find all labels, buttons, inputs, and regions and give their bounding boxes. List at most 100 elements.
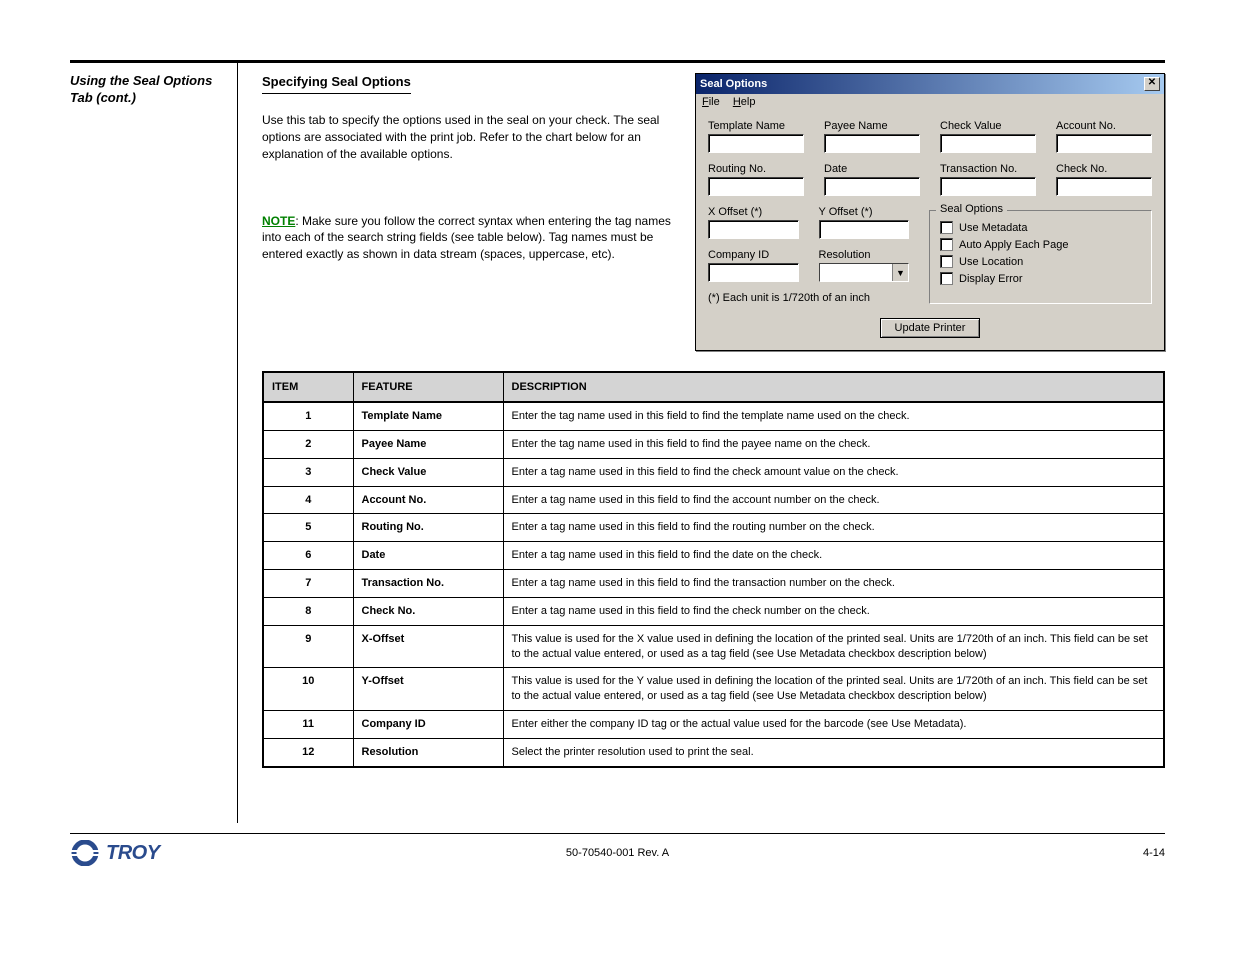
account-no-input[interactable] <box>1056 134 1152 153</box>
cell-item: 9 <box>263 625 353 668</box>
cell-item: 4 <box>263 486 353 514</box>
display-error-label: Display Error <box>959 273 1023 285</box>
troy-logo: TROY <box>70 840 160 866</box>
group-legend: Seal Options <box>936 203 1007 215</box>
table-row: 9X-OffsetThis value is used for the X va… <box>263 625 1164 668</box>
cell-description: Enter the tag name used in this field to… <box>503 430 1164 458</box>
chevron-down-icon[interactable]: ▼ <box>892 264 908 281</box>
label-resolution: Resolution <box>819 249 910 261</box>
cell-feature: Date <box>353 542 503 570</box>
table-row: 7Transaction No.Enter a tag name used in… <box>263 570 1164 598</box>
label-template-name: Template Name <box>708 120 804 132</box>
cell-item: 12 <box>263 738 353 766</box>
cell-item: 2 <box>263 430 353 458</box>
cell-feature: Check No. <box>353 597 503 625</box>
table-row: 5Routing No.Enter a tag name used in thi… <box>263 514 1164 542</box>
cell-feature: Payee Name <box>353 430 503 458</box>
date-input[interactable] <box>824 177 920 196</box>
cell-description: This value is used for the Y value used … <box>503 668 1164 711</box>
seal-options-group: Seal Options Use Metadata Auto Apply Eac… <box>929 210 1152 304</box>
cell-description: Enter a tag name used in this field to f… <box>503 542 1164 570</box>
table-row: 6DateEnter a tag name used in this field… <box>263 542 1164 570</box>
cell-feature: Transaction No. <box>353 570 503 598</box>
cell-feature: Routing No. <box>353 514 503 542</box>
footer-rev: 50-70540-001 Rev. A <box>566 847 669 859</box>
resolution-value[interactable] <box>820 264 893 281</box>
section-heading: Specifying Seal Options <box>262 73 411 94</box>
cell-description: Enter a tag name used in this field to f… <box>503 458 1164 486</box>
cell-description: Select the printer resolution used to pr… <box>503 738 1164 766</box>
note-label: NOTE <box>262 214 295 228</box>
y-offset-input[interactable] <box>819 220 910 239</box>
label-account-no: Account No. <box>1056 120 1152 132</box>
use-metadata-checkbox[interactable] <box>940 221 953 234</box>
routing-no-input[interactable] <box>708 177 804 196</box>
cell-item: 5 <box>263 514 353 542</box>
menu-help[interactable]: Help <box>733 96 756 108</box>
section-body-2: NOTE: Make sure you follow the correct s… <box>262 213 675 263</box>
sidebar-heading: Using the Seal Options Tab (cont.) <box>70 73 237 107</box>
table-row: 8Check No.Enter a tag name used in this … <box>263 597 1164 625</box>
label-check-no: Check No. <box>1056 163 1152 175</box>
cell-item: 10 <box>263 668 353 711</box>
col-description: DESCRIPTION <box>503 372 1164 402</box>
cell-feature: Y-Offset <box>353 668 503 711</box>
payee-name-input[interactable] <box>824 134 920 153</box>
use-metadata-label: Use Metadata <box>959 222 1027 234</box>
cell-description: Enter either the company ID tag or the a… <box>503 711 1164 739</box>
label-check-value: Check Value <box>940 120 1036 132</box>
cell-item: 7 <box>263 570 353 598</box>
cell-description: This value is used for the X value used … <box>503 625 1164 668</box>
table-row: 1Template NameEnter the tag name used in… <box>263 402 1164 430</box>
logo-text: TROY <box>106 842 160 865</box>
dialog-titlebar: Seal Options ✕ <box>696 74 1164 94</box>
label-y-offset: Y Offset (*) <box>819 206 910 218</box>
table-row: 12ResolutionSelect the printer resolutio… <box>263 738 1164 766</box>
cell-item: 3 <box>263 458 353 486</box>
cell-feature: Company ID <box>353 711 503 739</box>
menubar: File Help <box>696 94 1164 110</box>
offset-hint: (*) Each unit is 1/720th of an inch <box>708 292 909 304</box>
label-date: Date <box>824 163 920 175</box>
auto-apply-label: Auto Apply Each Page <box>959 239 1068 251</box>
transaction-no-input[interactable] <box>940 177 1036 196</box>
cell-description: Enter the tag name used in this field to… <box>503 402 1164 430</box>
cell-description: Enter a tag name used in this field to f… <box>503 597 1164 625</box>
cell-item: 11 <box>263 711 353 739</box>
cell-item: 8 <box>263 597 353 625</box>
cell-feature: X-Offset <box>353 625 503 668</box>
cell-feature: Resolution <box>353 738 503 766</box>
auto-apply-checkbox[interactable] <box>940 238 953 251</box>
label-routing-no: Routing No. <box>708 163 804 175</box>
section-body-1: Use this tab to specify the options used… <box>262 112 675 162</box>
col-item: ITEM <box>263 372 353 402</box>
resolution-select[interactable]: ▼ <box>819 263 910 282</box>
logo-icon <box>70 840 100 866</box>
use-location-checkbox[interactable] <box>940 255 953 268</box>
check-value-input[interactable] <box>940 134 1036 153</box>
close-icon[interactable]: ✕ <box>1144 77 1160 91</box>
x-offset-input[interactable] <box>708 220 799 239</box>
label-x-offset: X Offset (*) <box>708 206 799 218</box>
seal-options-table: ITEM FEATURE DESCRIPTION 1Template NameE… <box>262 371 1165 768</box>
table-row: 3Check ValueEnter a tag name used in thi… <box>263 458 1164 486</box>
template-name-input[interactable] <box>708 134 804 153</box>
cell-description: Enter a tag name used in this field to f… <box>503 570 1164 598</box>
update-printer-button[interactable]: Update Printer <box>880 318 981 338</box>
company-id-input[interactable] <box>708 263 799 282</box>
cell-feature: Template Name <box>353 402 503 430</box>
cell-item: 1 <box>263 402 353 430</box>
cell-description: Enter a tag name used in this field to f… <box>503 486 1164 514</box>
cell-feature: Account No. <box>353 486 503 514</box>
display-error-checkbox[interactable] <box>940 272 953 285</box>
table-row: 10Y-OffsetThis value is used for the Y v… <box>263 668 1164 711</box>
menu-file[interactable]: File <box>702 96 720 108</box>
check-no-input[interactable] <box>1056 177 1152 196</box>
label-payee-name: Payee Name <box>824 120 920 132</box>
footer-page: 4-14 <box>1143 847 1165 859</box>
cell-description: Enter a tag name used in this field to f… <box>503 514 1164 542</box>
table-row: 11Company IDEnter either the company ID … <box>263 711 1164 739</box>
seal-options-dialog: Seal Options ✕ File Help Template Name P… <box>695 73 1165 351</box>
cell-feature: Check Value <box>353 458 503 486</box>
table-row: 2Payee NameEnter the tag name used in th… <box>263 430 1164 458</box>
